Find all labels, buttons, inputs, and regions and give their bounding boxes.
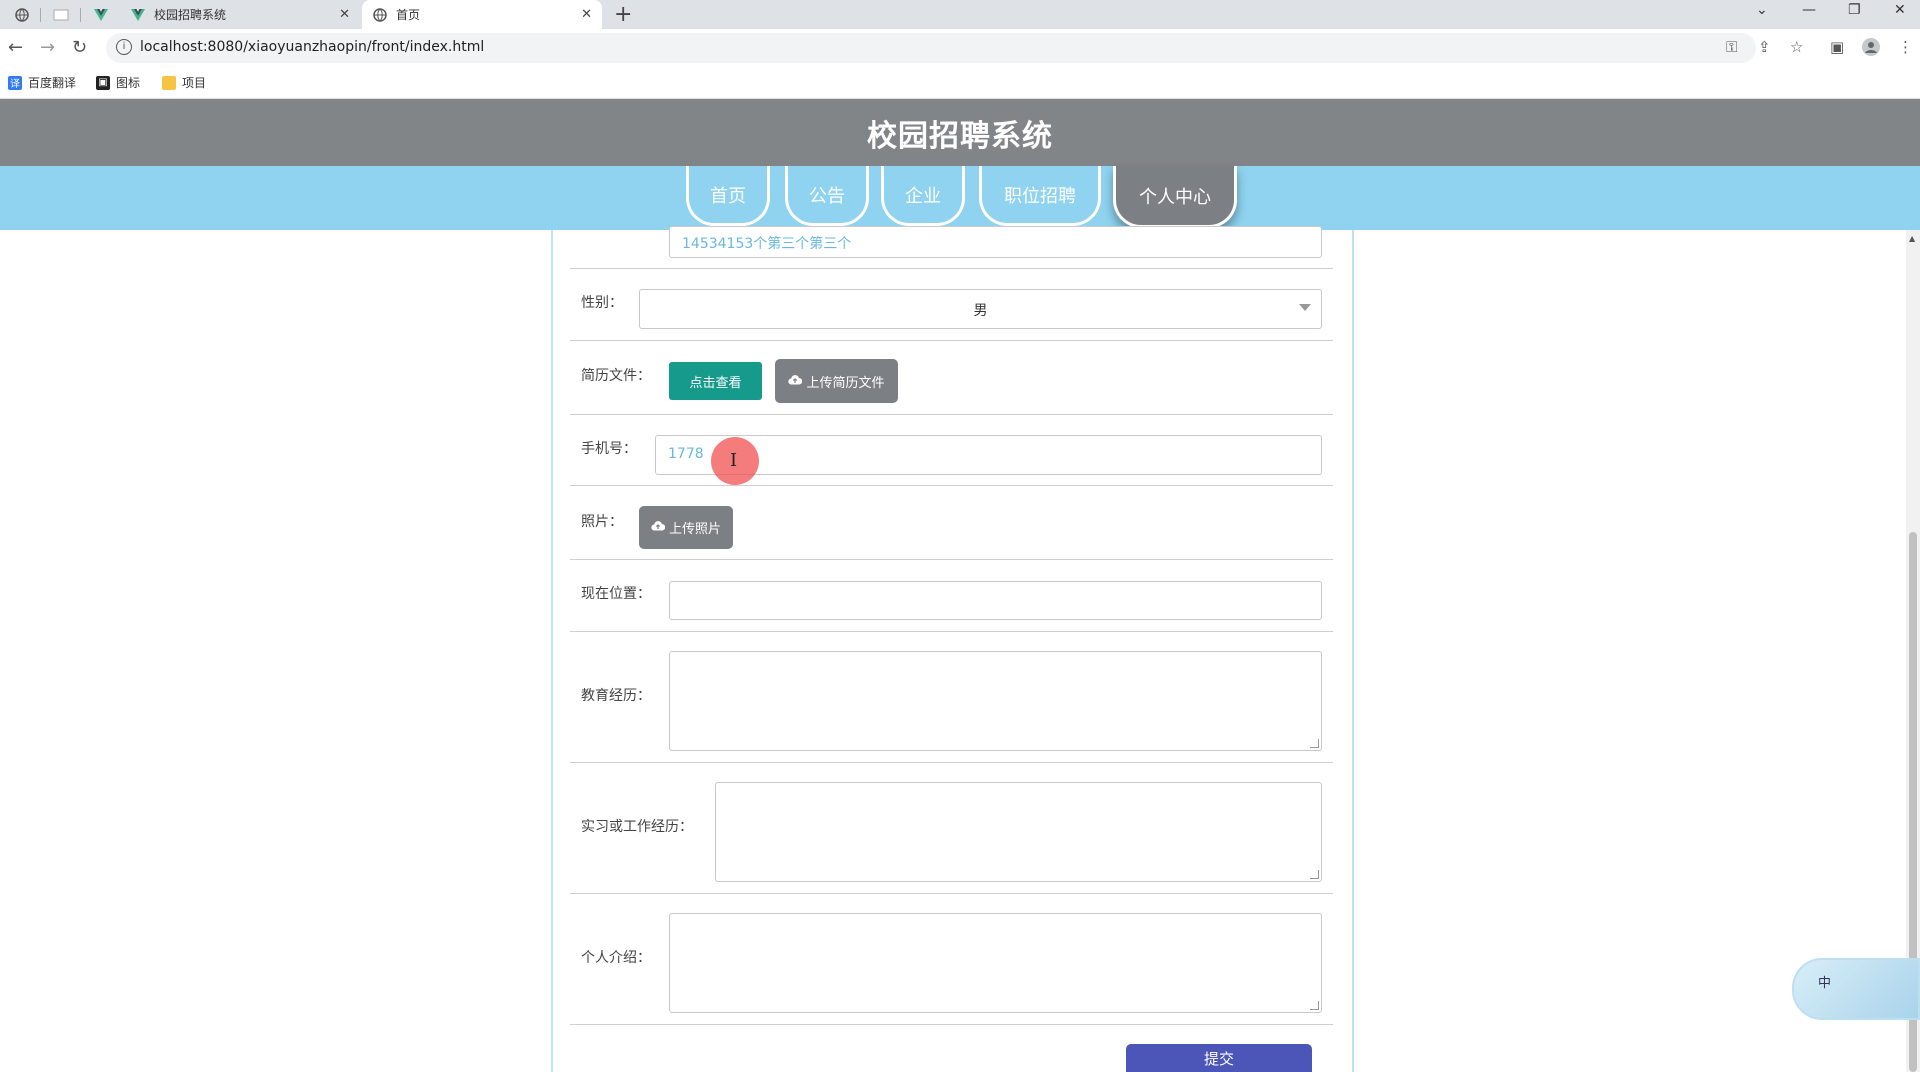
sidebar-icon[interactable]: ▣ xyxy=(1830,38,1844,56)
globe-icon xyxy=(372,7,388,23)
bookmark-icons[interactable]: ▣ 图标 xyxy=(96,74,140,91)
tab-title: 首页 xyxy=(396,8,421,22)
gender-select[interactable]: 男 xyxy=(639,289,1322,329)
upload-resume-button[interactable]: 上传简历文件 xyxy=(775,359,898,403)
tab-campus-recruit[interactable]: 校园招聘系统 ✕ xyxy=(120,0,360,29)
browser-tab-bar: 校园招聘系统 ✕ 首页 ✕ + ⌄ — ❐ ✕ xyxy=(0,0,1920,29)
row-divider xyxy=(570,559,1333,560)
chevron-down-icon[interactable]: ⌄ xyxy=(1756,2,1768,18)
nav-personal-center[interactable]: 个人中心 xyxy=(1113,166,1237,228)
translate-icon: 译 xyxy=(8,75,22,90)
profile-avatar-icon[interactable] xyxy=(1862,38,1880,60)
row-divider xyxy=(570,631,1333,632)
site-title: 校园招聘系统 xyxy=(867,118,1053,154)
gender-label: 性别： xyxy=(581,295,623,311)
image-icon: ▣ xyxy=(96,75,110,90)
site-nav: 首页 公告 企业 职位招聘 个人中心 xyxy=(0,166,1920,230)
nav-home[interactable]: 首页 xyxy=(686,166,770,226)
blank-tab-icon[interactable] xyxy=(50,4,72,26)
bookmarks-bar: 译 百度翻译 ▣ 图标 项目 xyxy=(0,67,1920,99)
row-divider xyxy=(570,485,1333,486)
row-divider xyxy=(570,414,1333,415)
nav-job-postings[interactable]: 职位招聘 xyxy=(979,166,1101,226)
menu-dots-icon[interactable]: ⋮ xyxy=(1898,38,1913,56)
reload-icon[interactable]: ↻ xyxy=(72,37,87,58)
upload-photo-button[interactable]: 上传照片 xyxy=(639,506,733,549)
text-cursor-icon: I xyxy=(730,450,738,471)
nav-announcements[interactable]: 公告 xyxy=(785,166,869,226)
view-resume-button[interactable]: 点击查看 xyxy=(669,362,762,400)
photo-label: 照片： xyxy=(581,514,623,530)
row-divider xyxy=(570,1024,1333,1025)
folder-icon xyxy=(162,75,176,90)
forward-arrow-icon[interactable]: → xyxy=(40,37,55,58)
url-text: localhost:8080/xiaoyuanzhaopin/front/ind… xyxy=(140,39,485,55)
work-experience-short-input[interactable]: 14534153个第三个第三个 xyxy=(669,226,1322,258)
internship-textarea[interactable] xyxy=(715,782,1322,882)
close-icon[interactable]: ✕ xyxy=(339,7,350,22)
tab-title: 校园招聘系统 xyxy=(154,8,227,22)
row-divider xyxy=(570,762,1333,763)
browser-toolbar: ← → ↻ i localhost:8080/xiaoyuanzhaopin/f… xyxy=(0,29,1920,67)
close-icon[interactable]: ✕ xyxy=(581,7,592,22)
share-icon[interactable]: ⇪ xyxy=(1758,38,1771,56)
intro-label: 个人介绍： xyxy=(581,950,651,966)
intro-textarea[interactable] xyxy=(669,913,1322,1013)
close-window-icon[interactable]: ✕ xyxy=(1894,2,1906,18)
star-icon[interactable]: ☆ xyxy=(1790,38,1803,56)
bookmark-label: 图标 xyxy=(116,76,141,90)
new-tab-icon[interactable]: + xyxy=(614,2,632,27)
vue-icon xyxy=(130,7,146,23)
education-label: 教育经历： xyxy=(581,688,651,704)
phone-label: 手机号： xyxy=(581,441,637,457)
cloud-upload-icon xyxy=(788,374,803,389)
bookmark-projects[interactable]: 项目 xyxy=(162,74,206,91)
floating-assistant-widget[interactable]: 中 xyxy=(1792,958,1920,1020)
chevron-down-icon xyxy=(1299,304,1311,311)
submit-button[interactable]: 提交 xyxy=(1126,1044,1312,1072)
location-label: 现在位置： xyxy=(581,586,651,602)
globe-icon[interactable] xyxy=(11,4,33,26)
key-icon[interactable]: ⚿ xyxy=(1726,38,1737,56)
row-divider xyxy=(570,268,1333,269)
tab-home[interactable]: 首页 ✕ xyxy=(362,0,602,29)
widget-label: 中 xyxy=(1818,976,1832,991)
cloud-upload-icon xyxy=(651,520,666,535)
work-experience-value: 14534153个第三个第三个 xyxy=(682,236,852,252)
minimize-icon[interactable]: — xyxy=(1802,2,1816,18)
scroll-up-icon[interactable]: ▲ xyxy=(1909,234,1915,243)
phone-value: 1778 xyxy=(668,446,704,462)
site-header: 校园招聘系统 xyxy=(0,99,1920,166)
location-input[interactable] xyxy=(669,581,1322,620)
bookmark-baidu-translate[interactable]: 译 百度翻译 xyxy=(8,74,76,91)
bookmark-label: 项目 xyxy=(182,76,207,90)
upload-photo-label: 上传照片 xyxy=(668,522,721,537)
resume-label: 简历文件： xyxy=(581,368,651,384)
internship-label: 实习或工作经历： xyxy=(581,819,693,835)
page-scrollbar[interactable]: ▲ xyxy=(1906,230,1920,1072)
address-bar[interactable]: i localhost:8080/xiaoyuanzhaopin/front/i… xyxy=(106,33,1756,63)
row-divider xyxy=(570,893,1333,894)
vue-icon[interactable] xyxy=(90,4,112,26)
upload-resume-label: 上传简历文件 xyxy=(806,375,885,391)
row-divider xyxy=(570,340,1333,341)
back-arrow-icon[interactable]: ← xyxy=(8,37,23,58)
nav-companies[interactable]: 企业 xyxy=(881,166,965,226)
education-textarea[interactable] xyxy=(669,651,1322,751)
info-icon[interactable]: i xyxy=(116,39,132,55)
bookmark-label: 百度翻译 xyxy=(28,76,77,90)
restore-icon[interactable]: ❐ xyxy=(1848,2,1861,18)
gender-value: 男 xyxy=(973,303,988,319)
